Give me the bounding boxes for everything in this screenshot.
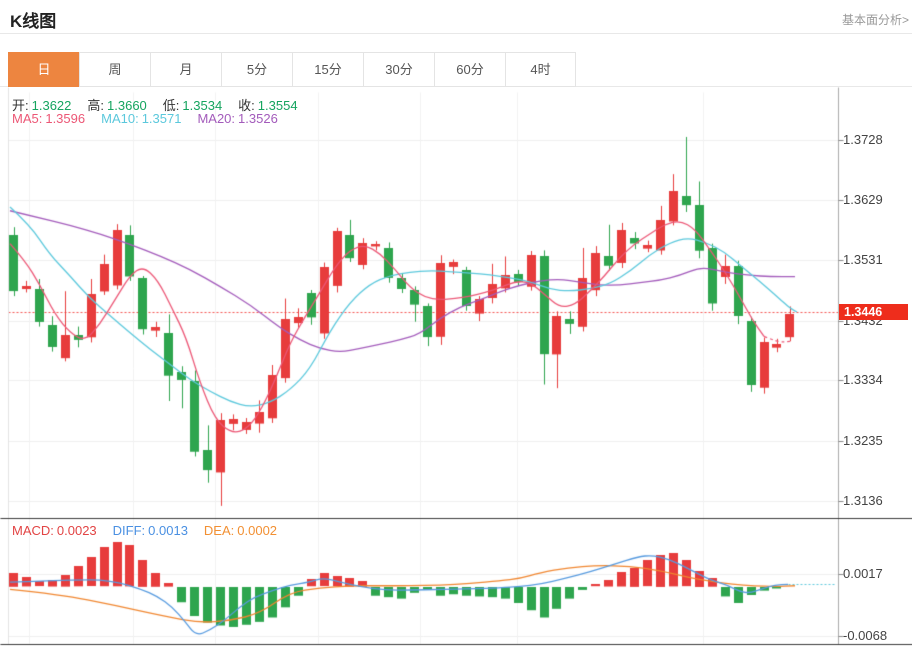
macd-axis-label: 0.0017 <box>843 566 883 581</box>
tab-15min[interactable]: 15分 <box>292 52 363 87</box>
tab-month[interactable]: 月 <box>150 52 221 87</box>
tab-day[interactable]: 日 <box>8 52 79 87</box>
header-divider <box>0 33 912 34</box>
macd-value: 0.0023 <box>57 523 97 538</box>
interval-tabbar: 日周月5分15分30分60分4时 <box>8 52 576 87</box>
price-axis-label: 1.3629 <box>843 192 883 207</box>
diff-value: 0.0013 <box>148 523 188 538</box>
page-title: K线图 <box>10 7 56 32</box>
dea-label: DEA: <box>204 523 234 538</box>
ma-info-row: MA5:1.3596 MA10:1.3571 MA20:1.3526 <box>12 111 281 126</box>
fundamental-analysis-link[interactable]: 基本面分析> <box>842 11 909 28</box>
ma10-label: MA10: <box>101 111 139 126</box>
price-axis-label: 1.3235 <box>843 433 883 448</box>
price-axis-label: 1.3728 <box>843 132 883 147</box>
macd-info-row: MACD:0.0023 DIFF:0.0013 DEA:0.0002 <box>12 523 280 538</box>
tab-60min[interactable]: 60分 <box>434 52 505 87</box>
diff-label: DIFF: <box>113 523 146 538</box>
tab-week[interactable]: 周 <box>79 52 150 87</box>
ma20-value: 1.3526 <box>238 111 278 126</box>
macd-label: MACD: <box>12 523 54 538</box>
macd-axis-label: -0.0068 <box>843 628 887 643</box>
price-axis-label: 1.3136 <box>843 493 883 508</box>
current-price-badge: 1.3446 <box>839 304 908 320</box>
price-axis-label: 1.3334 <box>843 372 883 387</box>
kline-widget: K线图 基本面分析> 日周月5分15分30分60分4时 开:1.3622高:1.… <box>0 0 912 647</box>
ma5-value: 1.3596 <box>45 111 85 126</box>
tab-5min[interactable]: 5分 <box>221 52 292 87</box>
tab-4hour[interactable]: 4时 <box>505 52 576 87</box>
tab-30min[interactable]: 30分 <box>363 52 434 87</box>
ma20-label: MA20: <box>197 111 235 126</box>
price-axis-label: 1.3531 <box>843 252 883 267</box>
dea-value: 0.0002 <box>237 523 277 538</box>
ma10-value: 1.3571 <box>142 111 182 126</box>
ma5-label: MA5: <box>12 111 42 126</box>
